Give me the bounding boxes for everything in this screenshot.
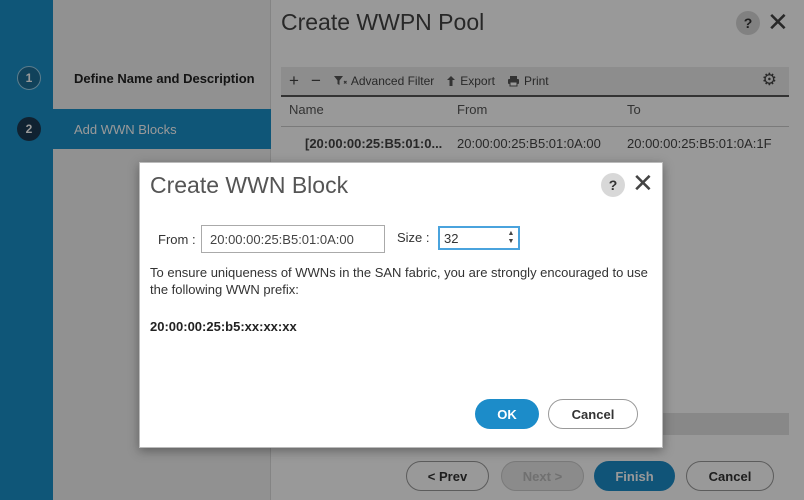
create-wwn-block-dialog: Create WWN Block ? ✕ From : Size : ▲ ▼ T… [139,162,663,448]
close-icon[interactable]: ✕ [632,170,654,196]
ok-button[interactable]: OK [475,399,539,429]
size-label: Size : [397,230,430,245]
size-input[interactable] [440,228,502,248]
from-input[interactable] [201,225,385,253]
from-label: From : [158,232,196,247]
chevron-up-icon[interactable]: ▲ [508,230,515,238]
dialog-title: Create WWN Block [150,172,349,198]
help-icon[interactable]: ? [601,173,625,197]
uniqueness-message: To ensure uniqueness of WWNs in the SAN … [150,265,648,297]
wwn-prefix: 20:00:00:25:b5:xx:xx:xx [150,319,297,334]
dialog-cancel-button[interactable]: Cancel [548,399,638,429]
size-stepper[interactable]: ▲ ▼ [438,226,520,250]
chevron-down-icon[interactable]: ▼ [508,238,515,246]
spinner-arrows-icon[interactable]: ▲ ▼ [506,229,516,247]
